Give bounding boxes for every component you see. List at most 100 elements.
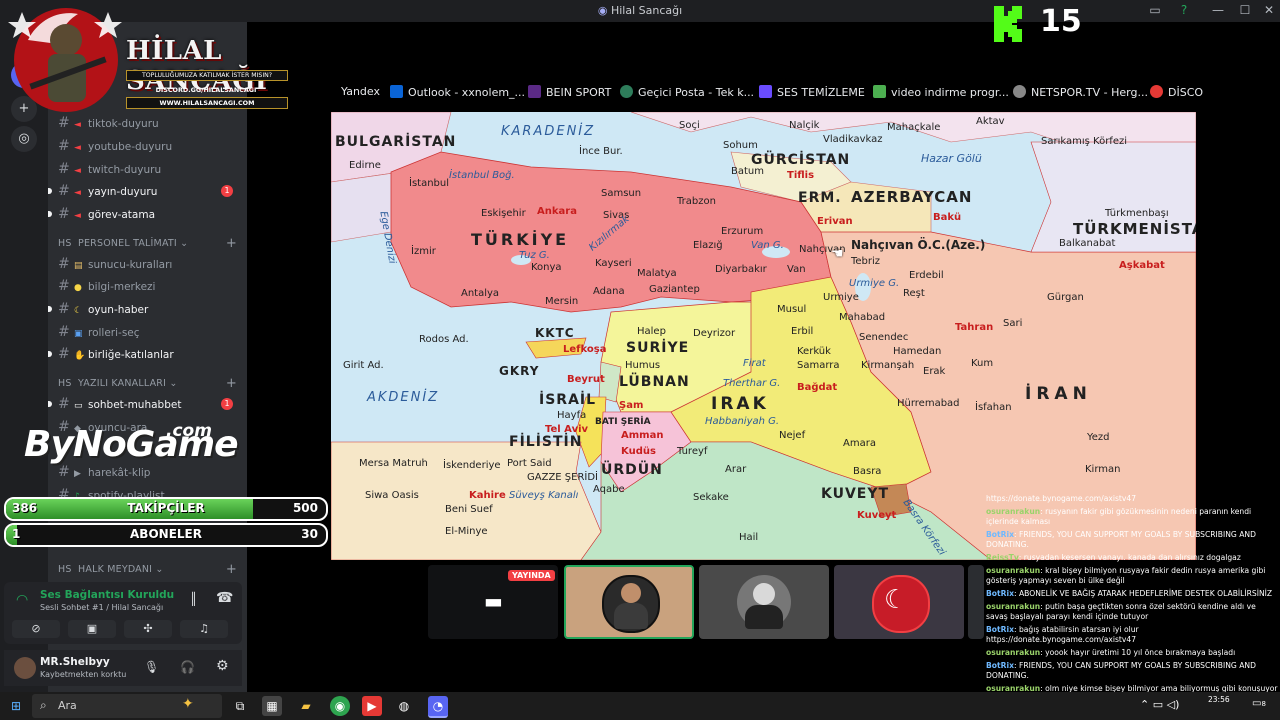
chat-message: osuranrakun: yoook hayır üretimi 10 yıl … [986,648,1278,658]
channel-gorev-atama[interactable]: # ◄ görev-atama [48,204,243,224]
screenshare-button[interactable]: ▣ [68,620,116,638]
megaphone-icon: ◄ [74,143,81,153]
clock[interactable]: 23:56 [1208,695,1230,704]
chrome-icon[interactable]: ◉ [330,696,350,716]
headphones-icon[interactable]: 🎧 [180,660,195,674]
add-channel-icon[interactable]: + [226,236,237,251]
add-channel-icon[interactable]: + [226,376,237,391]
noise-suppression-icon[interactable]: ║ [190,592,197,606]
soundboard-button[interactable]: ♫ [180,620,228,638]
bookmark-disco[interactable]: DİSCO [1150,85,1203,99]
city-label: Antalya [461,288,500,299]
capital-label: Kahire [469,490,506,501]
stream-tile-user1[interactable] [564,565,694,639]
bookmark-bein[interactable]: BEIN SPORT [528,85,611,99]
taskbar-search[interactable]: ⌕ Ara ✦ [32,694,222,718]
chat-username[interactable]: BotRix [986,661,1014,670]
city-label: Vladikavkaz [823,134,883,145]
bookmark-ses-temizleme[interactable]: SES TEMİZLEME [759,85,865,99]
chat-username[interactable]: BotRix [986,589,1014,598]
bookmark-yandex[interactable]: Yandex [341,85,380,98]
username[interactable]: MR.Shelbyy [40,656,110,668]
store-icon[interactable]: ▦ [262,696,282,716]
channel-yayin-duyuru[interactable]: # ◄ yayın-duyuru 1 [48,181,243,201]
channel-bilgi-merkezi[interactable]: # ● bilgi-merkezi [58,276,243,296]
stream-tile-user2[interactable] [699,565,829,639]
country-label: İSRAİL [539,392,597,408]
logo-subtitle: TOPLULUĞUMUZA KATILMAK İSTER MISIN? [126,70,288,81]
city-label: İstanbul [409,178,450,189]
activity-button[interactable]: ✣ [124,620,172,638]
bookmark-gecici-posta[interactable]: Geçici Posta - Tek k... [620,85,754,99]
city-label: Trabzon [677,196,716,207]
explore-icon[interactable]: ◎ [11,126,37,152]
help-icon[interactable]: ? [1175,3,1193,17]
capital-label: Ankara [537,206,577,217]
chat-username[interactable]: osuranrakun [986,566,1040,575]
maximize-button[interactable]: ☐ [1236,3,1254,17]
youtube-icon[interactable]: ▶ [362,696,382,716]
bynogame-suffix: .com [166,421,212,441]
channel-oyun-haber[interactable]: # ☾ oyun-haber [48,299,243,319]
city-label: Türkmenbaşı [1105,208,1169,219]
settings-gear-icon[interactable]: ⚙ [216,658,229,674]
category-yazili[interactable]: HS YAZILI KANALLARI ⌄ + [58,376,243,391]
camera-button[interactable]: ⊘ [12,620,60,638]
chat-username[interactable]: osuranrakun [986,648,1040,657]
channel-youtube-duyuru[interactable]: # ◄ youtube-duyuru [58,136,243,156]
disconnect-icon[interactable]: ☎ [216,590,233,606]
channel-rolleri-sec[interactable]: # ▣ rolleri-seç [58,322,243,342]
city-label: Van G. [751,240,784,251]
chat-username[interactable]: BotRix [986,625,1014,634]
obs-icon[interactable]: ◍ [394,696,414,716]
city-label: Tebriz [851,256,881,267]
chat-username[interactable]: ReissTv [986,553,1019,562]
city-label: El-Minye [445,526,488,537]
followers-label: TAKİPÇİLER [127,501,205,515]
chat-username[interactable]: osuranrakun [986,507,1040,516]
bookmark-outlook[interactable]: Outlook - xxnolem_... [390,85,525,99]
city-label: Aqabe [593,484,625,495]
channel-harekat-klip[interactable]: # ▶ harekât-klip [58,462,243,482]
city-label: Girit Ad. [343,360,384,371]
channel-birlige-katilanlar[interactable]: # ✋ birliğe-katılanlar [48,344,243,364]
city-label: Gürgan [1047,292,1084,303]
chat-message: BotRix: bağış atabilirsin atarsan iyi ol… [986,625,1278,645]
microphone-icon[interactable]: 🎙 [144,660,159,674]
add-channel-icon[interactable]: + [226,562,237,577]
city-label: Erdebil [909,270,944,281]
task-view-icon[interactable]: ⧉ [230,696,250,716]
category-halk[interactable]: HS HALK MEYDANI ⌄ + [58,562,243,577]
chat-message: BotRix: ABONELİK VE BAĞIŞ ATARAK HEDEFLE… [986,589,1278,599]
bookmark-video-indirme[interactable]: video indirme progr... [873,85,1009,99]
globe-icon [1013,85,1026,98]
tray-icons[interactable]: ⌃ ▭ ◁) [1140,698,1179,711]
kick-viewer-count: 15 [1040,4,1082,39]
bookmark-netspor[interactable]: NETSPOR.TV - Herg... [1013,85,1148,99]
minimize-button[interactable]: — [1209,3,1227,17]
channel-twitch-duyuru[interactable]: # ◄ twitch-duyuru [58,159,243,179]
city-label: Erak [923,366,946,377]
chat-username[interactable]: osuranrakun [986,602,1040,611]
inbox-icon[interactable]: ▭ [1146,3,1164,17]
windows-start-icon[interactable]: ⊞ [6,696,26,716]
camera-off-icon: ⊘ [31,622,41,635]
country-label: TÜRKİYE [471,230,570,249]
hash-icon: # [58,278,70,294]
voice-channel[interactable]: Sesli Sohbet #1 / Hilal Sancağı [40,603,163,612]
close-button[interactable]: ✕ [1260,3,1278,17]
channel-sohbet-muhabbet[interactable]: # ▭ sohbet-muhabbet 1 [48,394,243,414]
city-label: Süveyş Kanalı [509,490,579,501]
channel-sunucu-kurallari[interactable]: # ▤ sunucu-kuralları [58,254,243,274]
stream-tile-more[interactable] [968,565,984,639]
folder-icon[interactable]: ▰ [296,696,316,716]
discord-taskbar-icon[interactable]: ◔ [428,696,448,718]
stream-tile-user3[interactable]: ☾ [834,565,964,639]
category-personel[interactable]: HS PERSONEL TALİMATI ⌄ + [58,236,243,251]
chat-message: osuranrakun: kral bişey bilmiyon rusyaya… [986,566,1278,586]
notification-icon[interactable]: ▭8 [1252,698,1266,709]
city-label: Habbaniyah G. [705,416,780,427]
chat-username[interactable]: BotRix [986,530,1014,539]
avatar[interactable] [14,657,36,679]
city-label: Sari [1003,318,1023,329]
